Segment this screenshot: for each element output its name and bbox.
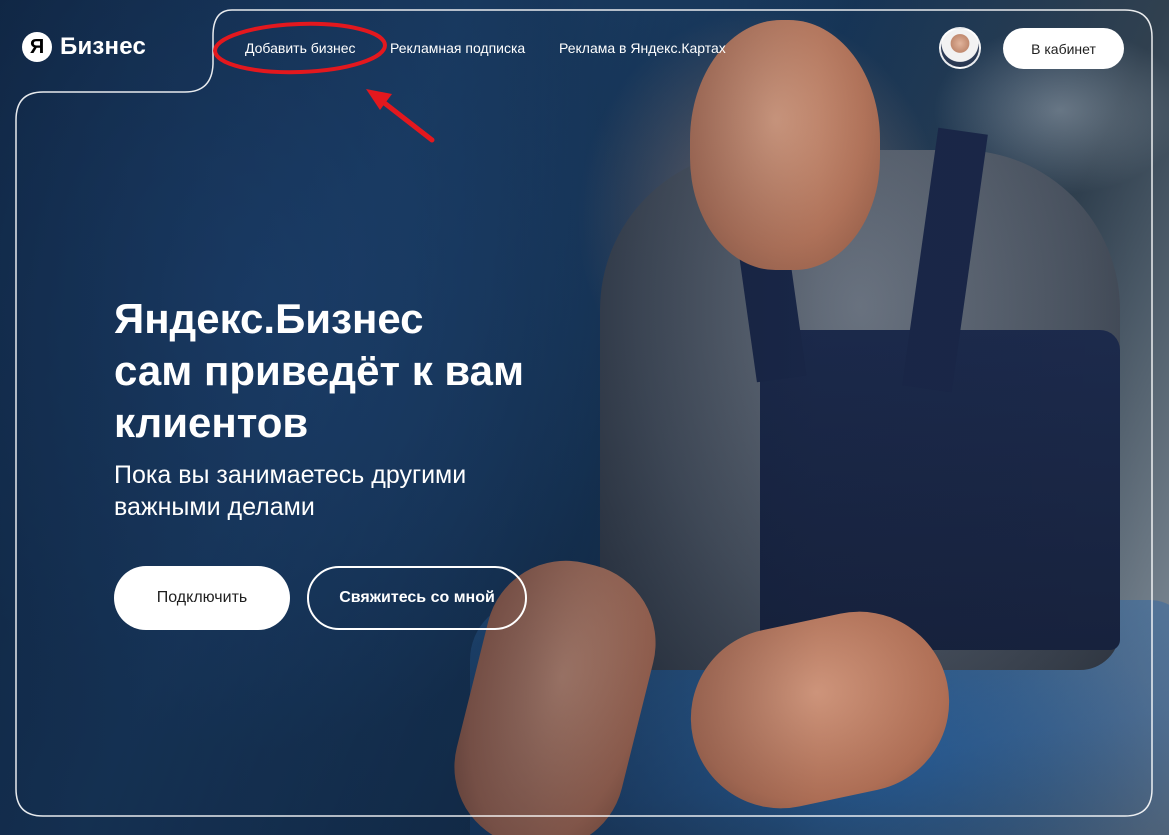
hero-subtitle-line: важными делами: [114, 493, 315, 521]
brand-logo[interactable]: Я Бизнес: [22, 32, 146, 62]
page: Я Бизнес Добавить бизнес Рекламная подпи…: [0, 0, 1169, 835]
brand-name: Бизнес: [60, 33, 147, 60]
hero-subtitle-line: Пока вы занимаетесь другими: [114, 461, 467, 489]
hero-title-line: сам приведёт к вам: [114, 347, 525, 394]
contact-me-button[interactable]: Свяжитесь со мной: [307, 566, 527, 630]
hero-title: Яндекс.Бизнес сам приведёт к вам клиенто…: [114, 293, 584, 449]
nav-add-business[interactable]: Добавить бизнес: [245, 40, 356, 56]
hero-title-line: Яндекс.Бизнес: [114, 295, 424, 342]
user-avatar[interactable]: [939, 27, 981, 69]
hero-title-line: клиентов: [114, 399, 309, 446]
cabinet-button[interactable]: В кабинет: [1003, 28, 1124, 69]
connect-button[interactable]: Подключить: [114, 566, 290, 630]
hero-subtitle: Пока вы занимаетесь другими важными дела…: [114, 459, 554, 523]
nav-maps-advertising[interactable]: Реклама в Яндекс.Картах: [559, 40, 726, 56]
nav-ad-subscription[interactable]: Рекламная подписка: [390, 40, 525, 56]
yandex-logo-icon: Я: [22, 32, 52, 62]
